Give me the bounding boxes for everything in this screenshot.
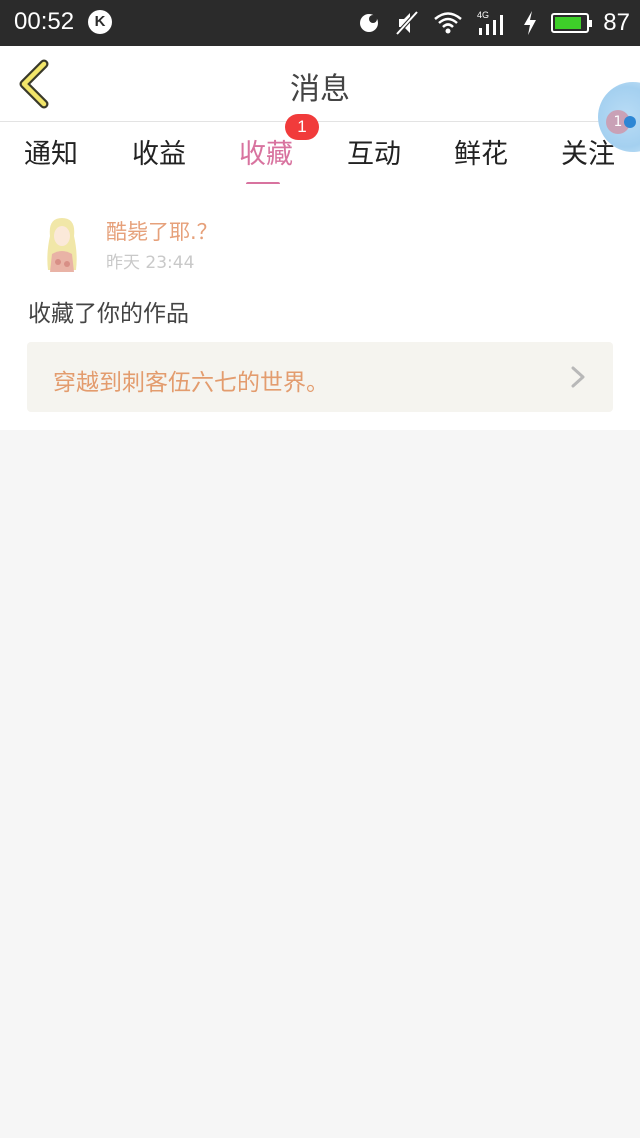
chevron-right-icon <box>571 366 585 388</box>
k-app-notification-icon: K <box>88 10 112 34</box>
battery-fill <box>555 17 582 29</box>
sender-username[interactable]: 酷毙了耶.？ <box>106 216 218 246</box>
cell-signal-4g-icon: 4G <box>477 10 504 35</box>
battery-percent: 87 <box>603 9 630 36</box>
data-saver-icon <box>360 14 379 32</box>
message-card: 酷毙了耶.？ 昨天 23:44 收藏了你的作品 穿越到刺客伍六七的世界。 <box>0 184 640 430</box>
tab-favorites-label: 收藏 <box>239 139 293 170</box>
work-link[interactable]: 穿越到刺客伍六七的世界。 <box>27 342 613 412</box>
favorites-tab-badge: 1 <box>285 114 319 140</box>
svg-text:4G: 4G <box>477 10 489 20</box>
status-time: 00:52 <box>14 8 75 35</box>
battery-icon <box>551 13 593 33</box>
tab-earnings[interactable]: 收益 <box>114 132 204 171</box>
tab-interactions[interactable]: 互动 <box>329 132 419 171</box>
tab-flowers[interactable]: 鲜花 <box>436 132 526 171</box>
message-timestamp: 昨天 23:44 <box>106 253 195 273</box>
page-title: 消息 <box>290 72 350 107</box>
message-action-text: 收藏了你的作品 <box>28 301 189 327</box>
floating-bubble-dot <box>624 116 636 128</box>
work-title: 穿越到刺客伍六七的世界。 <box>53 370 329 396</box>
nav-bar: 消息 <box>0 46 640 122</box>
status-bar: 00:52 K 4G 87 <box>0 0 640 46</box>
tab-bar: 通知 收益 收藏 互动 鲜花 关注 <box>0 122 640 186</box>
status-icons: 4G 87 <box>357 8 630 38</box>
charging-icon <box>524 11 537 35</box>
tab-notifications[interactable]: 通知 <box>6 132 96 171</box>
user-avatar[interactable] <box>40 214 84 274</box>
mute-icon <box>395 10 419 36</box>
wifi-icon <box>434 12 463 34</box>
